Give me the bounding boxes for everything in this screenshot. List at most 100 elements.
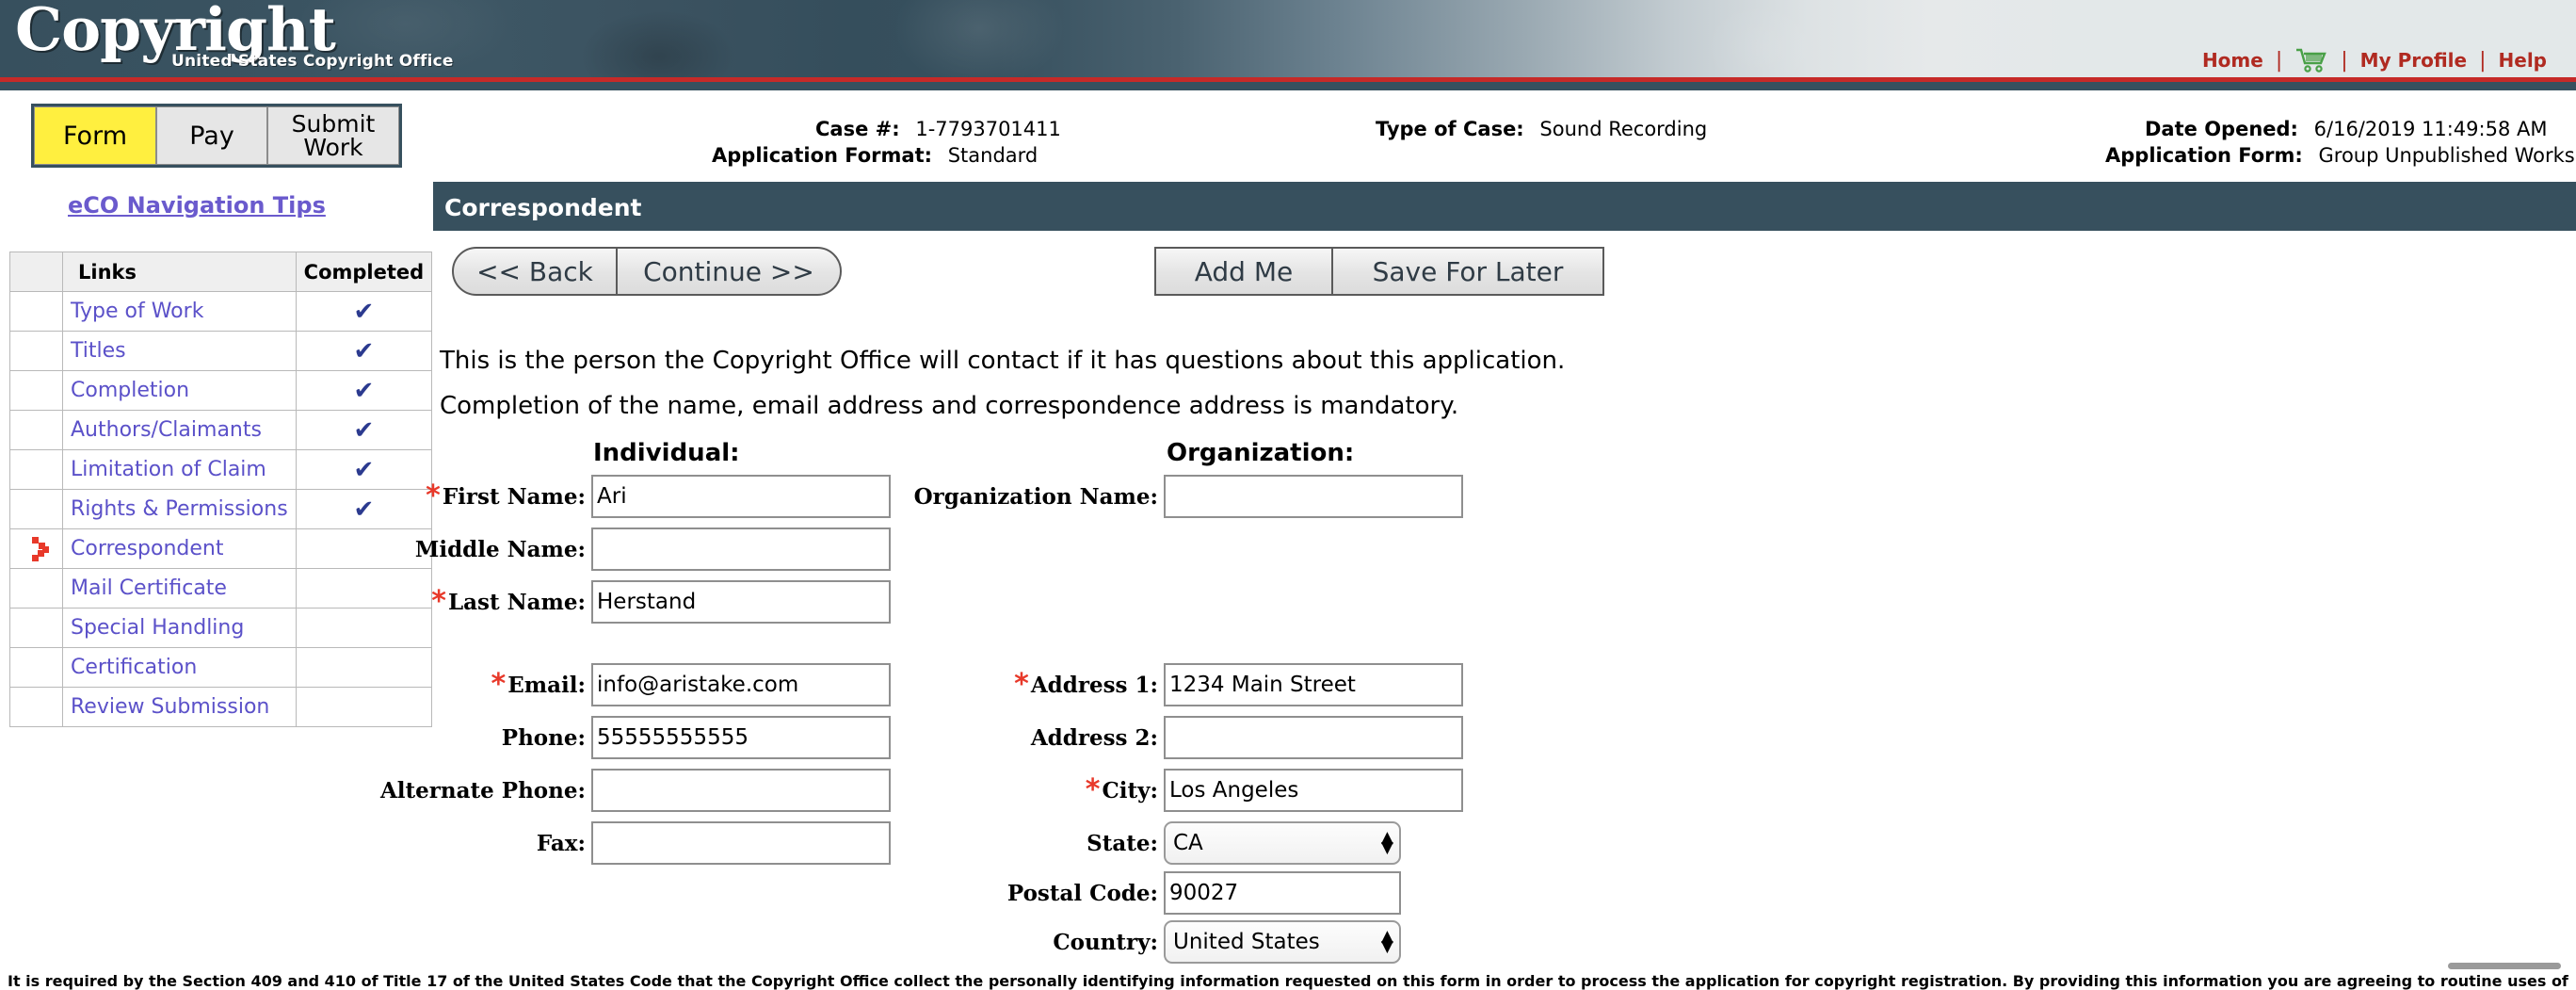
sidebar-item-authors-claimants[interactable]: Authors/Claimants [62,410,297,450]
case-number-label: Case #: [815,118,900,140]
logo-subtitle: United States Copyright Office [171,52,454,71]
application-form-value: Group Unpublished Works [2318,144,2575,167]
sidebar-item-titles[interactable]: Titles [62,331,297,371]
alternate-phone-label: Alternate Phone: [380,778,591,803]
address2-input[interactable] [1164,716,1463,759]
page-title: Correspondent [444,194,642,221]
nav-help-link[interactable]: Help [2487,49,2559,72]
sidebar-item-certification[interactable]: Certification [62,647,297,688]
table-row[interactable]: Certification [9,647,433,688]
organization-name-label-text: Organization Name: [913,483,1158,510]
sidebar-item-completion[interactable]: Completion [62,370,297,411]
sidebar-item-rights-permissions[interactable]: Rights & Permissions [62,489,297,529]
sidebar-item-review-submission[interactable]: Review Submission [62,687,297,727]
type-of-case-row: Type of Case: Sound Recording [1376,118,1707,140]
fax-input[interactable] [591,821,891,865]
organization-section-heading: Organization: [1167,439,1355,467]
country-row: Country: United States ▲ ▼ [1051,919,1401,965]
nav-separator: | [2341,48,2348,73]
last-name-label-text: Last Name: [447,589,586,615]
middle-name-input[interactable] [591,527,891,571]
city-label: * City: [1051,775,1164,803]
shopping-cart-icon[interactable] [2282,48,2341,73]
sidebar-item-correspondent[interactable]: Correspondent [62,528,297,569]
top-navigation: Home | | My Profile | Help [2190,48,2559,73]
nav-home-link[interactable]: Home [2190,49,2276,72]
table-row[interactable]: Mail Certificate [9,568,433,609]
postal-code-input[interactable]: 90027 [1164,871,1401,915]
country-select[interactable]: United States ▲ ▼ [1164,920,1401,964]
current-marker-cell [9,410,63,450]
table-row[interactable]: Authors/Claimants ✔ [9,410,433,450]
eco-navigation-tips-link[interactable]: eCO Navigation Tips [68,192,326,219]
table-row[interactable]: Review Submission [9,687,433,727]
case-number-value: 1-7793701411 [915,118,1061,140]
required-asterisk-icon: * [1014,667,1029,701]
city-row: * City: Los Angeles [1051,768,1463,813]
postal-code-label-text: Postal Code: [1006,880,1158,906]
add-me-button[interactable]: Add Me [1154,247,1333,296]
phone-label: Phone: [394,725,591,751]
country-label-text: Country: [1053,929,1158,955]
current-marker-cell [9,370,63,411]
address1-row: * Address 1: 1234 Main Street [1014,662,1463,707]
current-marker-cell [9,331,63,371]
table-row[interactable]: Type of Work ✔ [9,291,433,332]
state-row: State: CA ▲ ▼ [1051,820,1401,866]
alternate-phone-input[interactable] [591,769,891,812]
site-banner: Copyright United States Copyright Office… [0,0,2576,90]
state-label: State: [1051,831,1164,856]
address2-label: Address 2: [1031,725,1164,751]
links-column-header: Links [62,252,297,292]
last-name-row: * Last Name: Herstand [394,579,891,625]
state-label-text: State: [1087,830,1158,856]
continue-button[interactable]: Continue >> [616,247,842,296]
city-input[interactable]: Los Angeles [1164,769,1463,812]
required-asterisk-icon: * [431,584,446,618]
phone-input[interactable]: 55555555555 [591,716,891,759]
email-input[interactable]: info@aristake.com [591,663,891,706]
completed-check-icon: ✔ [295,291,433,332]
fax-label-text: Fax: [536,830,586,856]
fax-row: Fax: [394,820,891,866]
sidebar-item-special-handling[interactable]: Special Handling [62,608,297,648]
chevron-updown-icon: ▲ ▼ [1380,828,1393,857]
required-asterisk-icon: * [426,479,441,512]
address2-label-text: Address 2: [1030,724,1158,751]
address1-label: * Address 1: [1014,670,1164,698]
first-name-row: * First Name: Ari [394,474,891,519]
sidebar-item-limitation-of-claim[interactable]: Limitation of Claim [62,449,297,490]
current-marker-cell [9,489,63,529]
application-form-row: Application Form: Group Unpublished Work… [2105,144,2575,167]
current-marker-cell [9,608,63,648]
banner-bottom-strip [0,82,2576,90]
save-for-later-button[interactable]: Save For Later [1331,247,1604,296]
address1-input[interactable]: 1234 Main Street [1164,663,1463,706]
table-header-row: Links Completed [9,252,433,292]
scrollbar-thumb[interactable] [2448,963,2561,969]
table-row[interactable]: Titles ✔ [9,331,433,371]
individual-section-heading: Individual: [593,439,740,467]
middle-name-label: Middle Name: [394,537,591,562]
back-button[interactable]: << Back [452,247,618,296]
date-opened-label: Date Opened: [2145,118,2298,140]
middle-name-row: Middle Name: [394,527,891,572]
first-name-input[interactable]: Ari [591,475,891,518]
nav-my-profile-link[interactable]: My Profile [2348,49,2479,72]
table-row[interactable]: Rights & Permissions ✔ [9,489,433,529]
sidebar-item-mail-certificate[interactable]: Mail Certificate [62,568,297,609]
table-row[interactable]: Special Handling [9,608,433,648]
current-marker-cell [9,687,63,727]
sidebar-item-type-of-work[interactable]: Type of Work [62,291,297,332]
table-row[interactable]: Correspondent [9,528,433,569]
city-label-text: City: [1102,777,1158,803]
table-row[interactable]: Completion ✔ [9,370,433,411]
completed-check-icon: ✔ [295,370,433,411]
organization-name-input[interactable] [1164,475,1463,518]
state-select[interactable]: CA ▲ ▼ [1164,821,1401,865]
last-name-input[interactable]: Herstand [591,580,891,624]
application-format-row: Application Format: Standard [712,144,1038,167]
current-marker-cell [9,528,63,569]
first-name-label-text: First Name: [442,483,586,510]
table-row[interactable]: Limitation of Claim ✔ [9,449,433,490]
